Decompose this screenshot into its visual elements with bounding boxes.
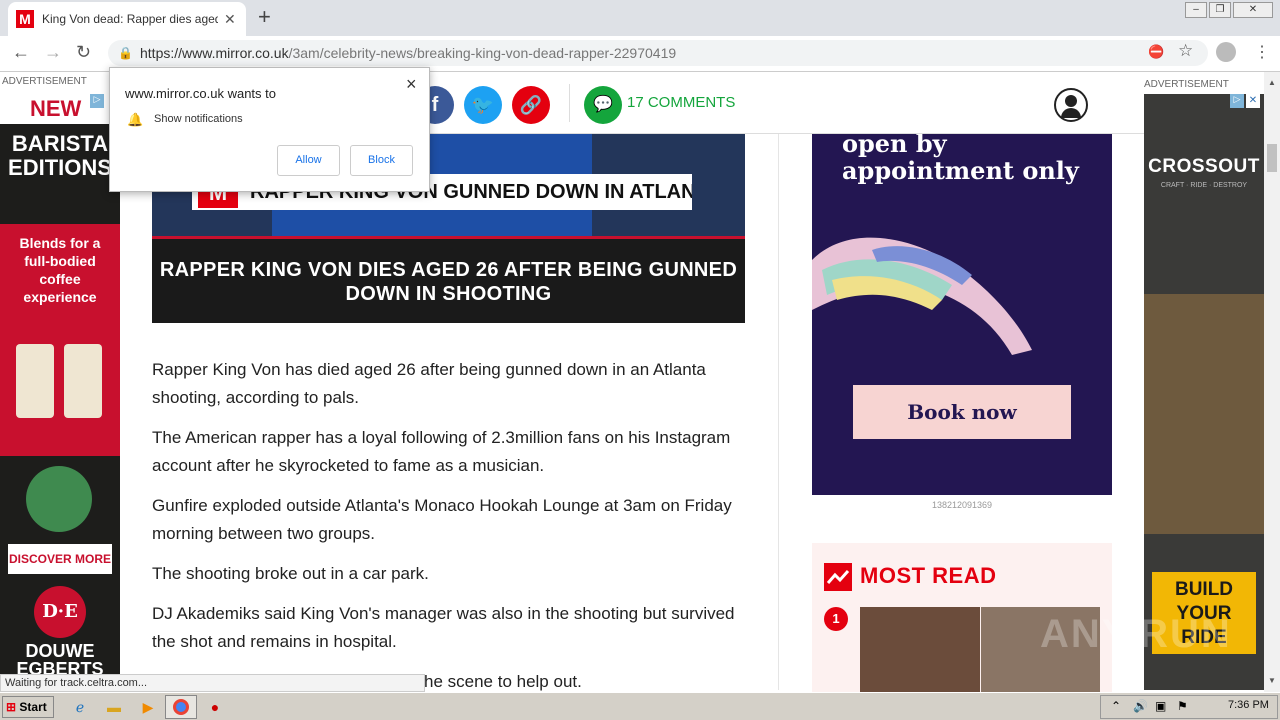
internet-explorer-icon[interactable]: ℯ xyxy=(70,697,90,717)
rainforest-alliance-seal-icon xyxy=(26,466,92,532)
page-scrollbar[interactable]: ▲ ▼ xyxy=(1264,72,1280,692)
ad-id: 138212091369 xyxy=(931,500,993,510)
right-skyscraper-ad[interactable]: ▷ ✕ CROSSOUT CRAFT · RIDE · DESTROY BUIL… xyxy=(1144,94,1264,690)
ad-tagline: Blends for a full-bodied coffee experien… xyxy=(19,235,101,305)
douwe-egberts-logo: D·E xyxy=(34,586,86,638)
crossout-tagline: CRAFT · RIDE · DESTROY xyxy=(1160,182,1248,189)
allow-button[interactable]: Allow xyxy=(277,145,340,176)
address-bar[interactable]: 🔒 https://www.mirror.co.uk/3am/celebrity… xyxy=(108,40,1208,66)
scrollbar-thumb[interactable] xyxy=(1267,144,1277,172)
chrome-taskbar-button[interactable] xyxy=(165,695,197,719)
close-window-button[interactable]: ✕ xyxy=(1233,2,1273,18)
comments-link[interactable]: 17 COMMENTS xyxy=(627,94,735,111)
article-body: Rapper King Von has died aged 26 after b… xyxy=(152,356,752,708)
ad-brand-line1: BARISTA xyxy=(11,131,109,156)
block-button[interactable]: Block xyxy=(350,145,413,176)
profile-avatar-icon[interactable] xyxy=(1216,42,1236,62)
browser-tab[interactable]: M King Von dead: Rapper dies aged 26 ✕ xyxy=(8,2,246,36)
notification-permission-dialog: www.mirror.co.uk wants to × 🔔 Show notif… xyxy=(109,67,430,192)
trending-icon xyxy=(824,563,852,591)
column-divider xyxy=(778,134,779,690)
reload-button[interactable]: ↻ xyxy=(76,42,91,63)
adchoices-icon[interactable]: ▷ xyxy=(90,94,104,108)
ad-brand-line2: EDITIONS xyxy=(8,155,112,180)
permission-label: Show notifications xyxy=(154,113,243,125)
ad-label: ADVERTISEMENT xyxy=(0,72,120,92)
ad-headline: open by appointment only xyxy=(842,134,1079,185)
stop-icon[interactable]: ● xyxy=(205,697,225,717)
coffee-bag-image xyxy=(64,344,102,418)
flag-icon[interactable]: ⚑ xyxy=(1177,699,1188,713)
new-tab-button[interactable]: + xyxy=(258,4,271,30)
dialog-heading: www.mirror.co.uk wants to xyxy=(125,86,276,101)
media-player-icon[interactable]: ▶ xyxy=(138,697,158,717)
sidebar-ad[interactable]: open by appointment only Book now xyxy=(812,134,1112,495)
rank-badge: 1 xyxy=(824,607,848,631)
status-bubble: Waiting for track.celtra.com... xyxy=(0,674,425,692)
article-paragraph: The American rapper has a loyal followin… xyxy=(152,428,731,475)
discover-more-button[interactable]: DISCOVER MORE xyxy=(8,544,112,574)
paint-swirl-image xyxy=(812,237,1032,355)
lock-icon[interactable]: 🔒 xyxy=(118,46,134,60)
mirror-favicon-icon: M xyxy=(16,10,34,28)
twitter-share-button[interactable]: 🐦 xyxy=(464,86,502,124)
close-dialog-icon[interactable]: × xyxy=(406,74,417,95)
close-tab-icon[interactable]: ✕ xyxy=(224,11,236,28)
clock: 7:36 PM xyxy=(1228,699,1269,711)
minimize-window-button[interactable]: – xyxy=(1185,2,1207,18)
adchoices-icon[interactable]: ▷ xyxy=(1230,94,1244,108)
truck-image xyxy=(1144,294,1264,534)
ad-new-label: NEW xyxy=(30,96,82,121)
book-now-button[interactable]: Book now xyxy=(853,385,1071,439)
forward-button[interactable]: → xyxy=(44,42,62,63)
windows-logo-icon: ⊞ xyxy=(6,700,17,714)
ad-label: ADVERTISEMENT xyxy=(1144,79,1229,90)
video-caption: RAPPER KING VON DIES AGED 26 AFTER BEING… xyxy=(152,239,745,323)
left-skyscraper-ad[interactable]: ADVERTISEMENT NEW ▷ BARISTA EDITIONS Ble… xyxy=(0,72,120,676)
most-read-title: MOST READ xyxy=(860,563,997,588)
start-button[interactable]: ⊞ Start xyxy=(2,696,54,718)
crossout-logo: CROSSOUT xyxy=(1148,156,1260,177)
share-divider xyxy=(569,84,570,122)
anyrun-watermark: ANY.RUN xyxy=(1040,612,1232,656)
volume-icon[interactable]: 🔊 xyxy=(1133,699,1148,713)
coffee-bag-image xyxy=(16,344,54,418)
url-path: /3am/celebrity-news/breaking-king-von-de… xyxy=(288,45,677,61)
network-icon[interactable]: ▣ xyxy=(1155,699,1166,713)
comment-bubble-icon[interactable]: 💬 xyxy=(584,86,622,124)
bell-icon: 🔔 xyxy=(127,112,144,127)
article-paragraph: Rapper King Von has died aged 26 after b… xyxy=(152,360,706,407)
most-read-thumbnail[interactable] xyxy=(860,607,980,693)
back-button[interactable]: ← xyxy=(12,42,30,63)
ad-brand-name-line1: DOUWE xyxy=(25,641,95,661)
close-ad-icon[interactable]: ✕ xyxy=(1246,94,1260,108)
copy-link-button[interactable]: 🔗 xyxy=(512,86,550,124)
tray-expand-icon[interactable]: ⌃ xyxy=(1111,699,1121,713)
user-account-icon[interactable] xyxy=(1054,88,1088,122)
maximize-window-button[interactable]: ❐ xyxy=(1209,2,1231,18)
url-domain: https://www.mirror.co.uk xyxy=(140,45,289,61)
blocked-popup-icon[interactable]: ⛔ xyxy=(1148,44,1164,60)
article-paragraph: DJ Akademiks said King Von's manager was… xyxy=(152,604,735,651)
folder-icon[interactable]: ▬ xyxy=(104,697,124,717)
article-paragraph: Gunfire exploded outside Atlanta's Monac… xyxy=(152,496,732,543)
browser-menu-icon[interactable]: ⋮ xyxy=(1254,42,1270,62)
article-paragraph: The shooting broke out in a car park. xyxy=(152,564,429,583)
chrome-icon xyxy=(173,699,189,715)
tab-title: King Von dead: Rapper dies aged 26 xyxy=(42,12,218,26)
bookmark-star-icon[interactable]: ☆ xyxy=(1178,41,1193,61)
